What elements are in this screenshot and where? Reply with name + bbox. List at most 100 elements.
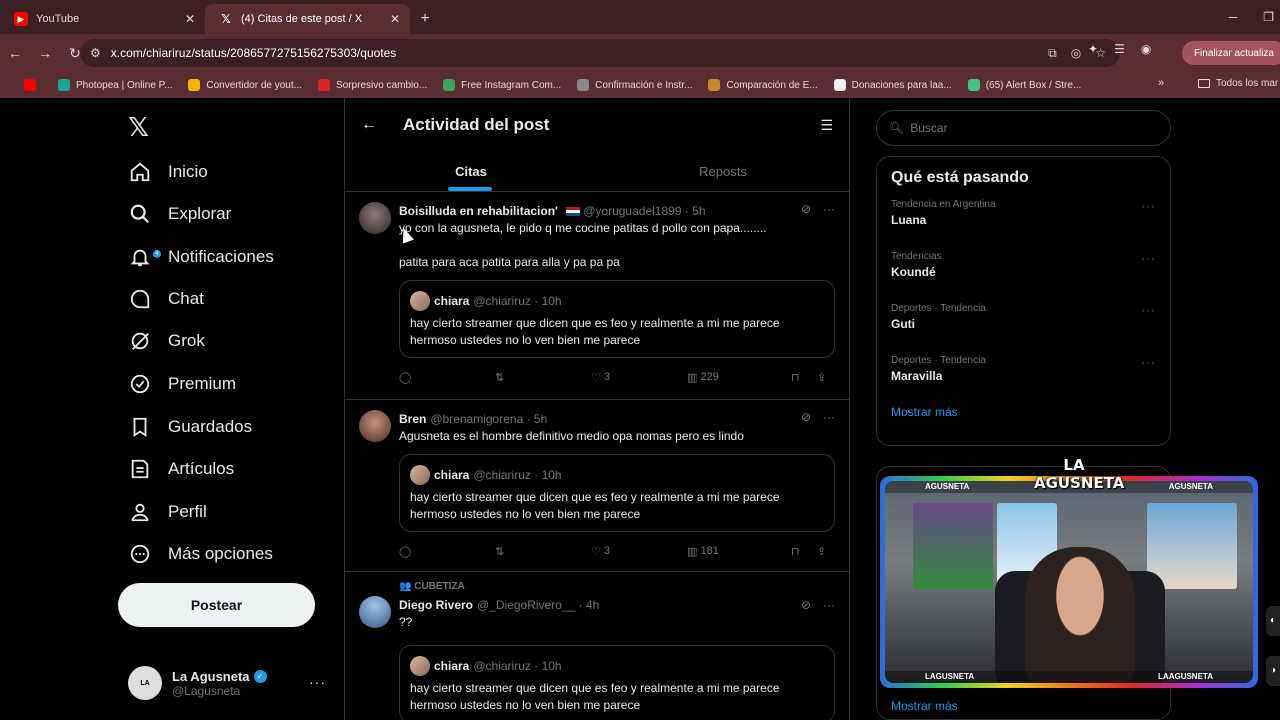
bookmark[interactable]: Convertidor de yout... — [188, 79, 302, 91]
close-tab-icon[interactable]: ✕ — [390, 12, 400, 26]
reply-icon[interactable]: ◯ — [399, 371, 495, 384]
url-text: x.com/chiariruz/status/20865772751562753… — [110, 46, 397, 60]
author-handle[interactable]: @yoruguadel1899 — [583, 204, 681, 218]
more-icon[interactable]: ··· — [823, 598, 835, 612]
bookmark[interactable]: Donaciones para laa... — [833, 79, 952, 91]
nav-premium[interactable]: Premium — [128, 364, 236, 404]
nav-explore[interactable]: Explorar — [128, 194, 231, 234]
more-icon[interactable]: ··· — [1141, 303, 1156, 317]
quoted-post[interactable]: chiara @chiariruz · 10h hay cierto stream… — [399, 645, 835, 720]
url-bar[interactable]: ⚙ x.com/chiariruz/status/208657727515627… — [80, 39, 1120, 67]
author-name[interactable]: Boisilluda en rehabilitacion' — [399, 204, 558, 218]
new-tab-button[interactable]: + — [410, 4, 440, 34]
search-icon — [128, 202, 152, 226]
grok-icon[interactable]: ⊘ — [801, 202, 811, 216]
bookmark[interactable]: Confirmación e Instr... — [577, 79, 692, 91]
widget-icon[interactable]: ◑ — [1266, 656, 1280, 686]
nav-notifications[interactable]: 4 Notificaciones — [128, 237, 274, 277]
reading-list-icon[interactable]: ☰ — [1114, 42, 1125, 56]
nav-profile[interactable]: Perfil — [128, 492, 207, 532]
quoted-post[interactable]: chiara @chiariruz · 10h hay cierto stream… — [399, 454, 835, 532]
extensions-icon[interactable]: ✦ — [1088, 42, 1098, 56]
post-button[interactable]: Postear — [118, 583, 315, 627]
show-more-link[interactable]: Mostrar más — [891, 699, 958, 713]
account-icon[interactable]: ◉ — [1141, 42, 1151, 56]
share-icon[interactable]: ⇪ — [817, 371, 826, 384]
close-tab-icon[interactable]: ✕ — [185, 12, 195, 26]
nav-chat[interactable]: Chat — [128, 279, 204, 319]
avatar[interactable] — [359, 596, 391, 628]
repost-icon[interactable]: ⇅ — [495, 371, 591, 384]
trend-item[interactable]: Tendencias Koundé ··· — [877, 245, 1170, 297]
trend-item[interactable]: Deportes · Tendencia Guti ··· — [877, 297, 1170, 349]
bookmark[interactable]: Sorpresivo cambio... — [317, 79, 427, 91]
tab-quotes[interactable]: Citas — [345, 152, 597, 191]
site-info-icon[interactable]: ⚙ — [90, 46, 101, 60]
back-icon[interactable]: ← — [0, 45, 30, 61]
bookmark-icon[interactable]: ⊓ — [791, 371, 817, 384]
views-button[interactable]: ▥ 229 — [687, 371, 791, 384]
avatar[interactable] — [359, 410, 391, 442]
tracking-icon[interactable]: ◎ — [1071, 46, 1081, 61]
all-bookmarks[interactable]: Todos los mar — [1198, 78, 1278, 89]
author-handle[interactable]: @_DiegoRivero__ — [477, 598, 575, 612]
quoted-post[interactable]: chiara @chiariruz · 10h hay cierto stream… — [399, 280, 835, 358]
bookmark-icon[interactable]: ⊓ — [791, 545, 817, 558]
post-time[interactable]: · 4h — [579, 598, 600, 612]
trend-item[interactable]: Tendencia en Argentina Luana ··· — [877, 193, 1170, 245]
quoted-author-handle: @chiariruz — [473, 468, 531, 482]
grok-icon[interactable]: ⊘ — [801, 410, 811, 424]
forward-icon[interactable]: → — [30, 45, 60, 61]
minimize-icon[interactable]: ─ — [1229, 10, 1238, 24]
grok-icon[interactable]: ⊘ — [801, 598, 811, 612]
bookmark-label: Photopea | Online P... — [76, 79, 173, 91]
author-name[interactable]: Bren — [399, 412, 426, 426]
folder-icon — [1198, 79, 1210, 88]
like-button[interactable]: ♡ 3 — [591, 371, 687, 384]
install-app-icon[interactable]: ⧉ — [1048, 46, 1057, 61]
bookmark[interactable]: Photopea | Online P... — [58, 79, 172, 91]
finish-update-button[interactable]: Finalizar actualiza — [1181, 41, 1280, 65]
author-handle[interactable]: @brenamigorena — [430, 412, 523, 426]
back-arrow-icon[interactable]: ← — [361, 116, 377, 134]
quote-post[interactable]: Boisilluda en rehabilitacion' @yoruguade… — [345, 192, 849, 400]
quote-post[interactable]: Bren @brenamigorena · 5h ⊘ ··· Agusneta e… — [345, 400, 849, 572]
trend-item[interactable]: Deportes · Tendencia Maravilla ··· — [877, 349, 1170, 401]
more-icon[interactable]: ··· — [1141, 251, 1156, 265]
browser-tab-x[interactable]: 𝕏 (4) Citas de este post / X ✕ — [205, 4, 410, 34]
post-time[interactable]: · 5h — [685, 204, 706, 218]
maximize-icon[interactable]: ❐ — [1263, 10, 1274, 24]
account-switcher[interactable]: LA La Agusneta ✓ @Lagusneta ··· — [128, 660, 338, 706]
more-icon[interactable]: ··· — [309, 674, 326, 690]
share-icon[interactable]: ⇪ — [817, 545, 826, 558]
author-name[interactable]: Diego Rivero — [399, 598, 473, 612]
nav-bookmarks[interactable]: Guardados — [128, 407, 252, 447]
views-button[interactable]: ▥ 181 — [687, 545, 791, 558]
more-bookmarks-icon[interactable]: » — [1158, 77, 1164, 89]
x-logo-icon[interactable]: 𝕏 — [128, 112, 149, 143]
more-icon[interactable]: ··· — [823, 410, 835, 424]
more-icon[interactable]: ··· — [1141, 355, 1156, 369]
browser-tab-youtube[interactable]: ▶ YouTube ✕ — [0, 4, 205, 34]
nav-grok[interactable]: Grok — [128, 321, 205, 361]
search-input[interactable]: 🔍︎ Buscar — [876, 110, 1171, 146]
more-icon[interactable]: ··· — [823, 202, 835, 216]
quote-post[interactable]: 👥 CUBETIZA Diego Rivero @_DiegoRivero__ … — [345, 572, 849, 720]
nav-articles[interactable]: Artículos — [128, 449, 234, 489]
bookmark[interactable]: (65) Alert Box / Stre... — [967, 79, 1081, 91]
filter-icon[interactable]: ☰ — [820, 117, 833, 134]
bookmark[interactable]: Comparación de E... — [708, 79, 818, 91]
like-button[interactable]: ♡ 3 — [591, 545, 687, 558]
bookmark[interactable]: Free Instagram Com... — [443, 79, 561, 91]
reply-icon[interactable]: ◯ — [399, 545, 495, 558]
nav-more-options[interactable]: Más opciones — [128, 534, 273, 574]
post-time[interactable]: · 5h — [527, 412, 548, 426]
show-more-link[interactable]: Mostrar más — [877, 401, 1170, 423]
more-icon[interactable]: ··· — [1141, 199, 1156, 213]
tab-reposts[interactable]: Reposts — [597, 152, 849, 191]
avatar[interactable] — [359, 202, 391, 234]
widget-icon[interactable]: ◐ — [1266, 606, 1280, 636]
bookmark-youtube[interactable] — [24, 79, 42, 91]
nav-home[interactable]: Inicio — [128, 152, 208, 192]
repost-icon[interactable]: ⇅ — [495, 545, 591, 558]
